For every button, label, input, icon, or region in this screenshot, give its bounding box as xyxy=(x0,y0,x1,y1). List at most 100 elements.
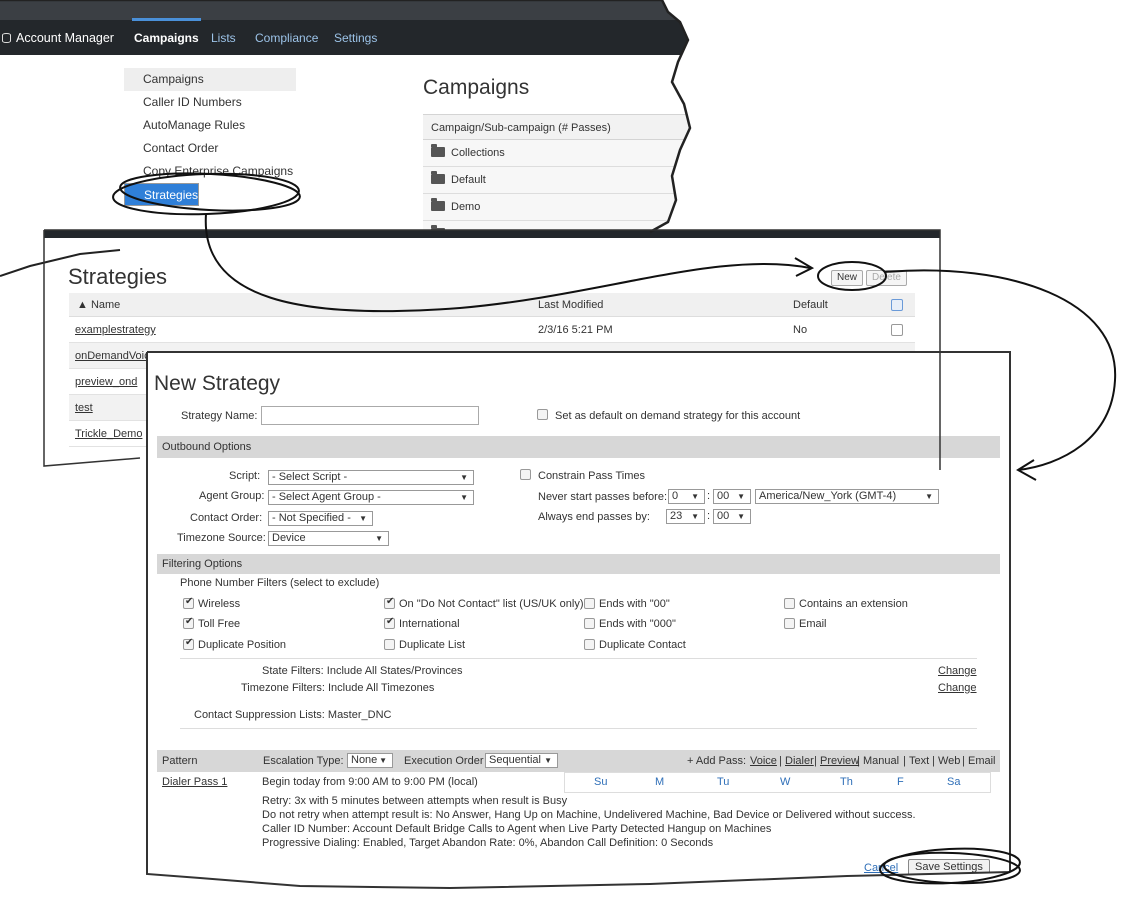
agent-group-select[interactable]: - Select Agent Group - ▼ xyxy=(268,490,474,505)
duplicate-list-checkbox[interactable] xyxy=(384,639,395,650)
pattern-label: Pattern xyxy=(162,755,198,767)
strategy-link[interactable]: Trickle_Demo xyxy=(75,421,142,447)
change-timezone-filters-link[interactable]: Change xyxy=(938,682,977,694)
pattern-header: Pattern Escalation Type: None ▼ Execution… xyxy=(157,750,1000,772)
contact-order-label: Contact Order: xyxy=(190,512,263,524)
day-saturday[interactable]: Sa xyxy=(947,776,960,788)
timezone-source-select[interactable]: Device ▼ xyxy=(268,531,389,546)
add-voice-pass-link[interactable]: Voice xyxy=(750,750,777,772)
state-filters-text: State Filters: Include All States/Provin… xyxy=(262,665,463,677)
campaigns-title: Campaigns xyxy=(423,76,530,99)
constrain-pass-times-label: Constrain Pass Times xyxy=(538,470,645,482)
script-select[interactable]: - Select Script - ▼ xyxy=(268,470,474,485)
nav-lists[interactable]: Lists xyxy=(211,20,236,55)
nav-brand[interactable]: Account Manager xyxy=(2,20,114,55)
nav-compliance[interactable]: Compliance xyxy=(255,20,318,55)
cancel-link[interactable]: Cancel xyxy=(864,862,898,874)
day-wednesday[interactable]: W xyxy=(780,776,790,788)
email-checkbox[interactable] xyxy=(784,618,795,629)
save-settings-button[interactable]: Save Settings xyxy=(908,859,990,876)
last-modified-column-header[interactable]: Last Modified xyxy=(538,293,603,317)
name-column-header[interactable]: ▲ Name xyxy=(77,293,120,317)
agent-group-label: Agent Group: xyxy=(199,490,265,502)
never-start-minute-select[interactable]: 00 ▼ xyxy=(713,489,751,504)
timezone-select[interactable]: America/New_York (GMT-4) ▼ xyxy=(755,489,939,504)
strategies-table-header: ▲ Name Last Modified Default xyxy=(69,293,915,317)
filtering-options-header: Filtering Options xyxy=(157,554,1000,574)
delete-strategy-button[interactable]: Delete xyxy=(866,270,907,286)
email-label: Email xyxy=(799,618,827,630)
default-column-header[interactable]: Default xyxy=(793,293,828,317)
day-monday[interactable]: M xyxy=(655,776,664,788)
strategy-name-input[interactable] xyxy=(261,406,479,425)
escalation-type-label: Escalation Type: xyxy=(263,755,344,767)
add-manual-pass-link[interactable]: Manual xyxy=(863,750,899,772)
days-of-week-grid xyxy=(564,772,991,793)
day-thursday[interactable]: Th xyxy=(840,776,853,788)
script-label: Script: xyxy=(229,470,261,482)
strategy-link[interactable]: test xyxy=(75,395,93,421)
wireless-checkbox[interactable] xyxy=(183,596,194,609)
add-dialer-pass-link[interactable]: Dialer xyxy=(785,750,814,772)
add-text-pass-link[interactable]: Text xyxy=(909,750,929,772)
dnc-checkbox[interactable] xyxy=(384,596,395,609)
duplicate-position-label: Duplicate Position xyxy=(198,639,287,651)
add-email-pass-link[interactable]: Email xyxy=(968,750,996,772)
toll-free-checkbox[interactable] xyxy=(183,616,194,629)
execution-order-label: Execution Order xyxy=(404,755,484,767)
dialer-pass-link[interactable]: Dialer Pass 1 xyxy=(162,776,227,788)
submenu-copy-enterprise-campaigns[interactable]: Copy Enterprise Campaigns xyxy=(124,160,296,183)
campaign-folder-row[interactable]: Collections xyxy=(423,140,690,167)
contact-order-select[interactable]: - Not Specified - ▼ xyxy=(268,511,373,526)
strategy-link[interactable]: onDemandVoice xyxy=(75,343,156,369)
day-sunday[interactable]: Su xyxy=(594,776,607,788)
ends-00-checkbox[interactable] xyxy=(584,598,595,609)
chevron-down-icon: ▼ xyxy=(737,492,745,501)
extension-checkbox[interactable] xyxy=(784,598,795,609)
phone-filters-label: Phone Number Filters (select to exclude) xyxy=(180,577,380,589)
always-end-minute-select[interactable]: 00 ▼ xyxy=(713,509,751,524)
row-checkbox[interactable] xyxy=(891,324,903,336)
campaign-folder-row[interactable]: Demo xyxy=(423,194,690,221)
submenu-caller-id-numbers[interactable]: Caller ID Numbers xyxy=(124,91,296,114)
chevron-down-icon: ▼ xyxy=(379,756,387,765)
nav-settings[interactable]: Settings xyxy=(334,20,377,55)
chevron-down-icon: ▼ xyxy=(460,473,468,482)
dnc-label: On "Do Not Contact" list (US/UK only) xyxy=(399,598,584,610)
always-end-hour-select[interactable]: 23 ▼ xyxy=(666,509,705,524)
strategy-link[interactable]: preview_ond xyxy=(75,369,137,395)
duplicate-position-checkbox[interactable] xyxy=(183,637,194,650)
submenu-automanage-rules[interactable]: AutoManage Rules xyxy=(124,114,296,137)
campaign-folder-row[interactable]: Default xyxy=(423,167,690,194)
escalation-type-select[interactable]: None ▼ xyxy=(347,753,393,768)
execution-order-select[interactable]: Sequential ▼ xyxy=(485,753,558,768)
wireless-label: Wireless xyxy=(198,598,241,610)
add-preview-pass-link[interactable]: Preview xyxy=(820,750,859,772)
duplicate-contact-checkbox[interactable] xyxy=(584,639,595,650)
change-state-filters-link[interactable]: Change xyxy=(938,665,977,677)
top-bar xyxy=(0,0,690,20)
select-all-checkbox[interactable] xyxy=(891,299,903,311)
top-bar xyxy=(44,230,940,238)
pass-schedule-text: Begin today from 9:00 AM to 9:00 PM (loc… xyxy=(262,776,478,788)
day-friday[interactable]: F xyxy=(897,776,904,788)
never-start-hour-select[interactable]: 0 ▼ xyxy=(668,489,705,504)
toll-free-label: Toll Free xyxy=(198,618,241,630)
strategy-link[interactable]: examplestrategy xyxy=(75,317,156,343)
constrain-pass-times-checkbox[interactable] xyxy=(520,469,531,480)
chevron-down-icon: ▼ xyxy=(691,492,699,501)
nav-campaigns[interactable]: Campaigns xyxy=(132,18,201,55)
ends-000-checkbox[interactable] xyxy=(584,618,595,629)
timezone-source-label: Timezone Source: xyxy=(177,532,266,544)
international-checkbox[interactable] xyxy=(384,616,395,629)
add-web-pass-link[interactable]: Web xyxy=(938,750,960,772)
submenu-contact-order[interactable]: Contact Order xyxy=(124,137,296,160)
folder-icon xyxy=(431,144,445,157)
new-strategy-button[interactable]: New xyxy=(831,270,864,286)
submenu-campaigns[interactable]: Campaigns xyxy=(124,68,296,91)
submenu-strategies[interactable]: Strategies xyxy=(124,183,200,206)
progressive-dialing-text: Progressive Dialing: Enabled, Target Aba… xyxy=(262,837,714,849)
suppression-lists-text: Contact Suppression Lists: Master_DNC xyxy=(194,709,392,721)
day-tuesday[interactable]: Tu xyxy=(717,776,729,788)
default-strategy-checkbox[interactable] xyxy=(537,409,548,420)
